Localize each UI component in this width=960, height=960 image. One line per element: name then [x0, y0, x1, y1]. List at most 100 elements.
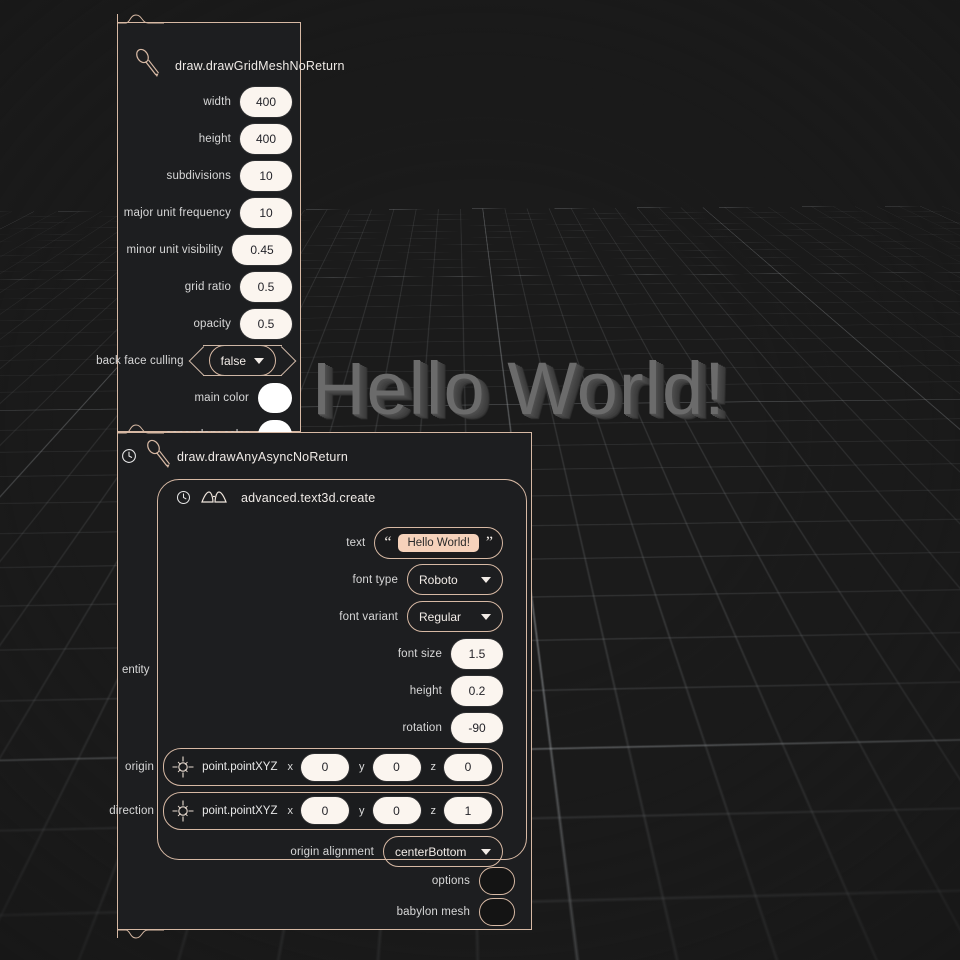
text-input-field[interactable]: “ Hello World! ”: [374, 526, 503, 559]
dropdown-value: false: [220, 353, 246, 368]
param-label: minor unit visibility: [126, 243, 223, 256]
back-face-culling-dropdown[interactable]: false: [208, 345, 276, 376]
param-label: grid ratio: [184, 280, 231, 293]
output-label: babylon mesh: [396, 906, 470, 918]
param-label: font size: [397, 647, 442, 660]
param-row-grid-ratio[interactable]: grid ratio 0.5: [118, 268, 300, 305]
param-label: text: [346, 536, 366, 549]
param-row-minor-unit-visibility[interactable]: minor unit visibility 0.45: [118, 231, 300, 268]
inner-node-header: advanced.text3d.create: [176, 489, 375, 506]
param-label: subdivisions: [166, 169, 231, 182]
param-label: back face culling: [96, 354, 184, 367]
param-row-main-color[interactable]: main color: [118, 379, 300, 416]
param-label: origin: [125, 761, 155, 773]
chevron-down-icon: [481, 613, 491, 620]
origin-pointxyz-node[interactable]: point.pointXYZ x 0 y 0 z 0: [163, 748, 503, 786]
direction-y-input[interactable]: 0: [372, 797, 421, 824]
axis-label-z: z: [430, 761, 437, 773]
param-row-major-unit-frequency[interactable]: major unit frequency 10: [118, 194, 300, 231]
param-row-width[interactable]: width 400: [118, 83, 300, 120]
param-row-height[interactable]: height 0.2: [158, 672, 526, 709]
chevron-down-icon: [254, 357, 264, 364]
origin-y-input[interactable]: 0: [372, 753, 421, 781]
node-flow-notch-top: [117, 424, 164, 434]
param-label: direction: [109, 804, 155, 817]
node-flow-notch-bottom: [117, 929, 164, 939]
scene-3d-text: Hello World!: [312, 347, 726, 430]
subdivisions-input[interactable]: 10: [240, 160, 292, 191]
param-row-back-face-culling[interactable]: back face culling false: [96, 342, 300, 379]
param-row-origin-alignment[interactable]: origin alignment centerBottom: [158, 833, 526, 870]
param-label: width: [203, 95, 231, 108]
xyz-node-name: point.pointXYZ: [202, 804, 278, 817]
axis-label-y: y: [359, 761, 365, 773]
node-title: draw.drawAnyAsyncNoReturn: [177, 450, 349, 464]
height-input[interactable]: 400: [240, 123, 292, 154]
back-face-culling-hex-frame: false: [193, 345, 292, 376]
main-color-swatch[interactable]: [258, 382, 292, 413]
text-value[interactable]: Hello World!: [398, 533, 479, 552]
param-row-rotation[interactable]: rotation -90: [158, 709, 526, 746]
param-label: major unit frequency: [123, 206, 231, 219]
dropdown-value: Roboto: [419, 572, 458, 587]
origin-x-input[interactable]: 0: [301, 753, 349, 781]
param-label: origin alignment: [290, 845, 374, 858]
options-socket[interactable]: [479, 867, 515, 895]
font-type-dropdown[interactable]: Roboto: [407, 564, 503, 595]
brush-icon: [145, 439, 171, 474]
crosshair-icon: [172, 756, 194, 778]
glasses-3d-icon: [201, 489, 227, 506]
inner-node-title: advanced.text3d.create: [241, 490, 376, 505]
rotation-input[interactable]: -90: [451, 712, 503, 743]
param-label: font variant: [339, 610, 398, 623]
direction-z-input[interactable]: 1: [444, 797, 492, 824]
opacity-input[interactable]: 0.5: [240, 308, 292, 339]
axis-label-x: x: [287, 761, 294, 773]
origin-alignment-dropdown[interactable]: centerBottom: [383, 836, 503, 867]
chevron-down-icon: [481, 576, 491, 583]
dropdown-value: centerBottom: [395, 844, 467, 859]
font-variant-dropdown[interactable]: Regular: [407, 601, 503, 632]
param-label: height: [198, 132, 231, 145]
xyz-node-name: point.pointXYZ: [202, 761, 278, 773]
chevron-down-icon: [481, 848, 491, 855]
origin-z-input[interactable]: 0: [444, 753, 492, 781]
param-row-direction[interactable]: direction point.pointXYZ x 0 y 0 z 1: [109, 788, 526, 833]
font-size-input[interactable]: 1.5: [451, 638, 503, 669]
axis-label-x: x: [287, 804, 294, 817]
param-row-font-variant[interactable]: font variant Regular: [158, 598, 526, 635]
output-label: options: [431, 875, 470, 887]
node-text3d-create[interactable]: advanced.text3d.create text “ Hello Worl…: [109, 479, 527, 867]
crosshair-icon: [172, 800, 194, 822]
param-row-origin[interactable]: origin point.pointXYZ x 0 y 0 z 0: [125, 746, 526, 788]
dropdown-value: Regular: [419, 609, 462, 624]
major-unit-frequency-input[interactable]: 10: [240, 197, 292, 228]
param-label: rotation: [402, 721, 442, 734]
input-socket-label-entity: entity: [122, 664, 150, 676]
param-row-text[interactable]: text “ Hello World! ”: [158, 524, 526, 561]
output-row-options[interactable]: options: [330, 866, 515, 896]
param-row-font-type[interactable]: font type Roboto: [158, 561, 526, 598]
node-parameter-list: width 400 height 400 subdivisions 10 maj…: [96, 83, 300, 453]
minor-unit-visibility-input[interactable]: 0.45: [232, 234, 292, 265]
grid-ratio-input[interactable]: 0.5: [240, 271, 292, 302]
param-row-font-size[interactable]: font size 1.5: [158, 635, 526, 672]
babylon-mesh-socket[interactable]: [479, 898, 515, 926]
axis-label-y: y: [359, 804, 365, 817]
param-row-subdivisions[interactable]: subdivisions 10: [118, 157, 300, 194]
param-label: font type: [352, 573, 398, 586]
direction-pointxyz-node[interactable]: point.pointXYZ x 0 y 0 z 1: [163, 791, 503, 830]
node-flow-notch-top: [117, 14, 164, 24]
direction-x-input[interactable]: 0: [301, 797, 349, 824]
height-input[interactable]: 0.2: [451, 675, 503, 706]
clock-icon: [121, 448, 137, 469]
param-row-height[interactable]: height 400: [118, 120, 300, 157]
param-row-opacity[interactable]: opacity 0.5: [118, 305, 300, 342]
width-input[interactable]: 400: [240, 86, 292, 117]
param-label: main color: [194, 391, 249, 404]
node-title: draw.drawGridMeshNoReturn: [175, 59, 345, 73]
node-draw-grid-mesh[interactable]: draw.drawGridMeshNoReturn width 400 heig…: [96, 14, 344, 450]
axis-label-z: z: [430, 804, 437, 817]
output-row-babylon-mesh[interactable]: babylon mesh: [330, 897, 515, 927]
brush-icon: [134, 48, 160, 83]
